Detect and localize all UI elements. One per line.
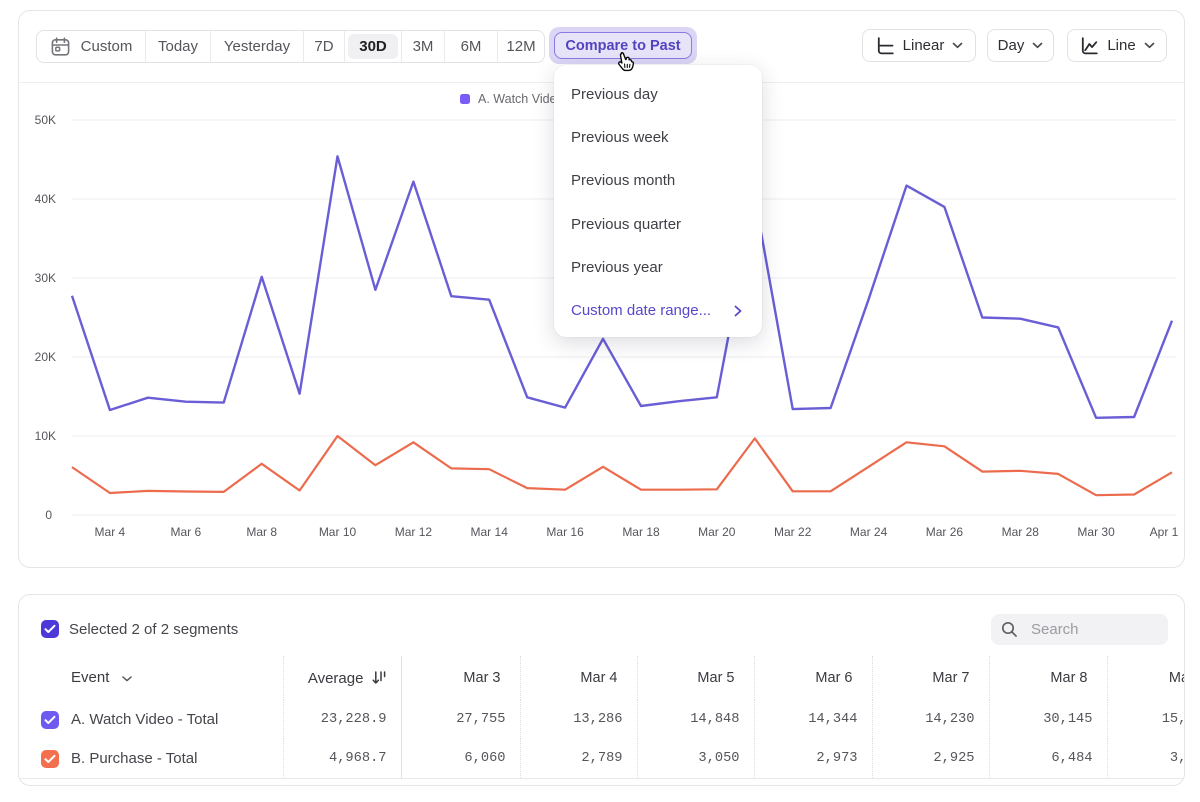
svg-text:Mar 8: Mar 8 [246, 525, 277, 539]
svg-text:Mar 22: Mar 22 [774, 525, 812, 539]
svg-text:Mar 24: Mar 24 [850, 525, 888, 539]
svg-text:Mar 28: Mar 28 [1002, 525, 1040, 539]
svg-text:10K: 10K [35, 429, 56, 443]
svg-text:Mar 20: Mar 20 [698, 525, 736, 539]
svg-text:Mar 12: Mar 12 [395, 525, 433, 539]
svg-text:Mar 14: Mar 14 [471, 525, 509, 539]
svg-text:30K: 30K [35, 271, 56, 285]
svg-text:Mar 18: Mar 18 [622, 525, 660, 539]
svg-text:Mar 10: Mar 10 [319, 525, 357, 539]
svg-text:20K: 20K [35, 350, 56, 364]
svg-text:Mar 26: Mar 26 [926, 525, 964, 539]
svg-text:0: 0 [45, 508, 52, 522]
svg-text:Apr 1: Apr 1 [1150, 525, 1179, 539]
svg-text:Mar 4: Mar 4 [95, 525, 126, 539]
svg-text:Mar 16: Mar 16 [546, 525, 584, 539]
svg-text:Mar 30: Mar 30 [1077, 525, 1115, 539]
svg-text:40K: 40K [35, 192, 56, 206]
svg-text:Mar 6: Mar 6 [170, 525, 201, 539]
svg-text:50K: 50K [35, 113, 56, 127]
